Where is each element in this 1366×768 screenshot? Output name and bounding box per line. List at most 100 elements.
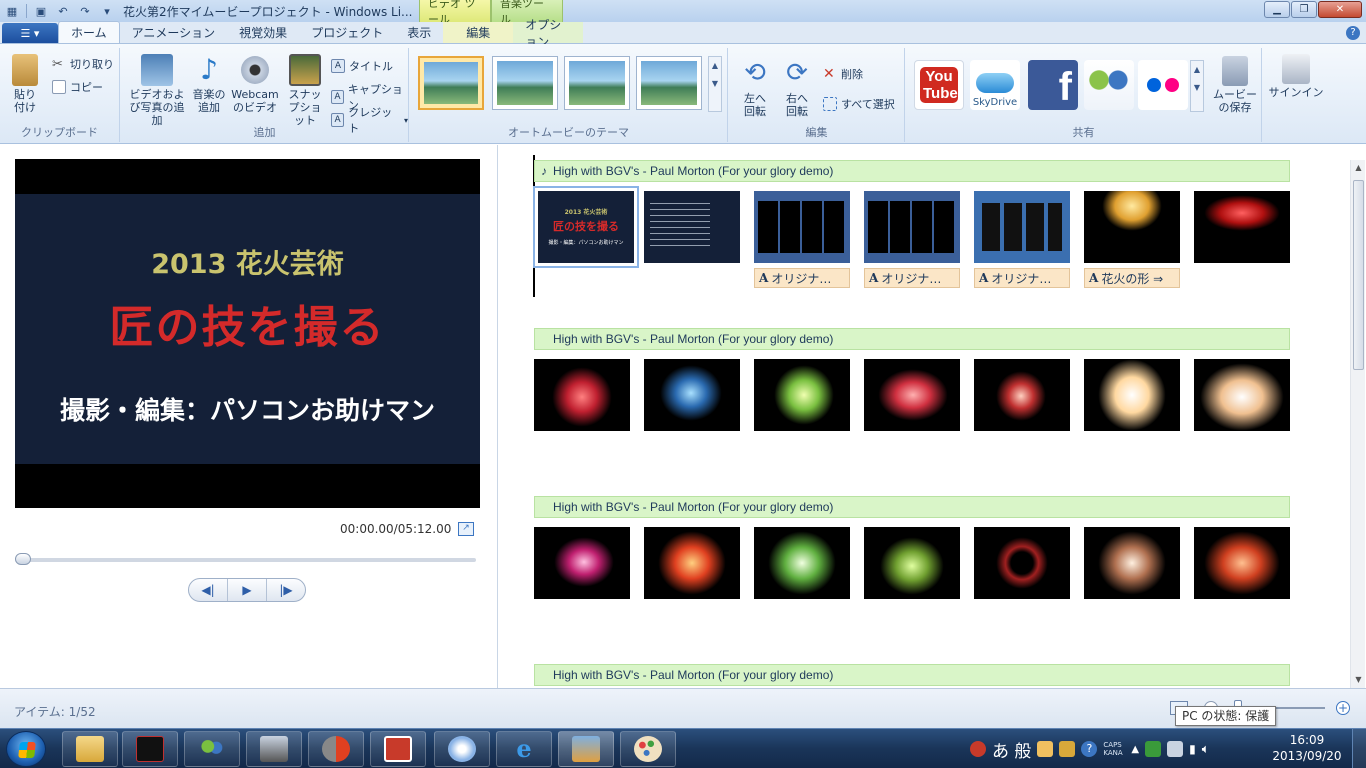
volume-icon[interactable]: 🔈︎ (1202, 742, 1210, 757)
clip-firework[interactable] (1194, 527, 1290, 599)
clip-firework[interactable] (644, 359, 740, 431)
cut-button[interactable]: ✂ 切り取り (52, 56, 114, 72)
save-icon[interactable]: ▣ (33, 3, 49, 19)
taskbar-movie-maker[interactable] (558, 731, 614, 767)
tab-visual-effects[interactable]: 視覚効果 (227, 22, 299, 43)
clip-firework[interactable] (754, 527, 850, 599)
tab-view[interactable]: 表示 (395, 22, 443, 43)
taskbar-app-5[interactable] (308, 731, 364, 767)
taskbar-explorer[interactable] (62, 731, 118, 767)
redo-icon[interactable]: ↷ (77, 3, 93, 19)
theme-contemporary[interactable] (492, 56, 558, 110)
play-icon[interactable]: ▶ (227, 579, 267, 601)
signin-button[interactable]: サインイン (1266, 54, 1326, 99)
tab-project[interactable]: プロジェクト (299, 22, 395, 43)
tab-home[interactable]: ホーム (58, 21, 120, 43)
add-title-button[interactable]: A タイトル (331, 58, 393, 74)
tab-options[interactable]: オプション (513, 18, 584, 49)
rotate-right-button[interactable]: ⟳ 右へ回転 (779, 58, 815, 118)
theme-default[interactable] (418, 56, 484, 110)
facebook-button[interactable]: f (1028, 60, 1078, 110)
copy-button[interactable]: コピー (52, 79, 103, 95)
theme-fade[interactable] (636, 56, 702, 110)
minimize-button[interactable]: ▁ (1264, 1, 1290, 18)
taskbar-internet-explorer[interactable]: e (496, 731, 552, 767)
clip-collage-3[interactable] (974, 191, 1070, 263)
clip-firework[interactable] (864, 359, 960, 431)
clip-collage-1[interactable] (754, 191, 850, 263)
music-track-row-3[interactable]: High with BGV's - Paul Morton (For your … (534, 496, 1290, 518)
ime-help-icon[interactable]: ? (1081, 741, 1098, 757)
add-video-photo-button[interactable]: ビデオおよび写真の追加 (125, 54, 189, 127)
clip-title-slide[interactable]: 2013 花火芸術 匠の技を撮る 撮影・編集：パソコンお助けマン (533, 186, 639, 268)
scroll-thumb[interactable] (1353, 180, 1364, 370)
preview-monitor[interactable]: 2013 花火芸術 匠の技を撮る 撮影・編集：パソコンお助けマン (15, 159, 480, 508)
ime-mode[interactable]: あ 般 (992, 737, 1031, 762)
taskbar-photo-app[interactable] (246, 731, 302, 767)
ime-dictionary-icon[interactable] (1059, 741, 1076, 757)
music-track-row-4[interactable]: High with BGV's - Paul Morton (For your … (534, 664, 1290, 686)
previous-frame-icon[interactable]: ◀| (189, 579, 227, 601)
clip-firework[interactable] (864, 527, 960, 599)
rotate-left-button[interactable]: ⟲ 左へ回転 (737, 58, 773, 118)
ime-red-icon[interactable] (970, 741, 986, 757)
music-track-row-2[interactable]: High with BGV's - Paul Morton (For your … (534, 328, 1290, 350)
caption-tag-4[interactable]: A 花火の形 ⇒ (1084, 268, 1180, 288)
help-icon[interactable]: ? (1346, 26, 1360, 40)
share-gallery-scroll[interactable]: ▲ ▼ (1190, 60, 1204, 112)
clip-firework[interactable] (974, 359, 1070, 431)
maximize-button[interactable]: ❐ (1291, 1, 1317, 18)
clip-firework-red[interactable] (1194, 191, 1290, 263)
clip-firework[interactable] (534, 359, 630, 431)
clip-firework[interactable] (974, 527, 1070, 599)
caption-tag-3[interactable]: A オリジナ… (974, 268, 1070, 288)
clock[interactable]: 16:09 2013/09/20 (1270, 732, 1344, 764)
taskbar-direct-canon[interactable] (434, 731, 490, 767)
taskbar-app-2[interactable] (122, 731, 178, 767)
scroll-down-icon[interactable]: ▼ (1351, 672, 1366, 688)
clip-firework[interactable] (534, 527, 630, 599)
taskbar-app-6[interactable] (370, 731, 426, 767)
taskbar-paint[interactable] (620, 731, 676, 767)
paste-button[interactable]: 貼り付け (8, 54, 42, 114)
next-frame-icon[interactable]: |▶ (267, 579, 305, 601)
clip-firework[interactable] (754, 359, 850, 431)
tray-overflow-icon[interactable]: ▲ (1131, 744, 1139, 755)
clip-info-slide[interactable] (644, 191, 740, 263)
network-signal-icon[interactable]: ▮ (1189, 742, 1196, 756)
select-all-button[interactable]: すべて選択 (823, 96, 895, 112)
fullscreen-preview-icon[interactable]: ↗ (458, 522, 474, 536)
file-menu-button[interactable]: ☰ ▾ (2, 23, 58, 43)
add-music-button[interactable]: ♪ 音楽の追加 (189, 54, 229, 115)
clip-firework-gold[interactable] (1084, 191, 1180, 263)
tab-animation[interactable]: アニメーション (120, 22, 228, 43)
caption-tag-1[interactable]: A オリジナ… (754, 268, 850, 288)
windows-live-groups-button[interactable] (1084, 60, 1134, 110)
ime-tool-icon[interactable] (1037, 741, 1054, 757)
youtube-button[interactable]: You Tube (914, 60, 964, 110)
customize-qat-icon[interactable]: ▾ (99, 3, 115, 19)
webcam-video-button[interactable]: Webcamのビデオ (229, 54, 281, 114)
seek-thumb[interactable] (15, 553, 31, 565)
music-track-row-1[interactable]: ♪ High with BGV's - Paul Morton (For your… (534, 160, 1290, 182)
zoom-in-icon[interactable]: + (1336, 701, 1350, 715)
clip-firework[interactable] (1084, 359, 1180, 431)
flickr-button[interactable] (1138, 60, 1188, 110)
storyboard-scrollbar[interactable]: ▲ ▼ (1350, 160, 1365, 688)
save-movie-button[interactable]: ムービーの保存 (1210, 56, 1260, 114)
delete-button[interactable]: ✕ 削除 (823, 66, 863, 82)
device-icon[interactable] (1167, 741, 1184, 757)
skydrive-button[interactable]: SkyDrive (970, 60, 1020, 110)
snapshot-button[interactable]: スナップショット (283, 54, 327, 127)
seek-bar[interactable] (15, 558, 476, 562)
theme-cinematic[interactable] (564, 56, 630, 110)
undo-icon[interactable]: ↶ (55, 3, 71, 19)
clip-firework[interactable] (644, 527, 740, 599)
show-desktop-button[interactable] (1352, 729, 1366, 768)
app-menu-icon[interactable]: ▦ (4, 3, 20, 19)
clip-firework[interactable] (1194, 359, 1290, 431)
security-status-icon[interactable] (1145, 741, 1162, 757)
clip-firework[interactable] (1084, 527, 1180, 599)
clip-collage-2[interactable] (864, 191, 960, 263)
close-button[interactable]: ✕ (1318, 1, 1362, 18)
